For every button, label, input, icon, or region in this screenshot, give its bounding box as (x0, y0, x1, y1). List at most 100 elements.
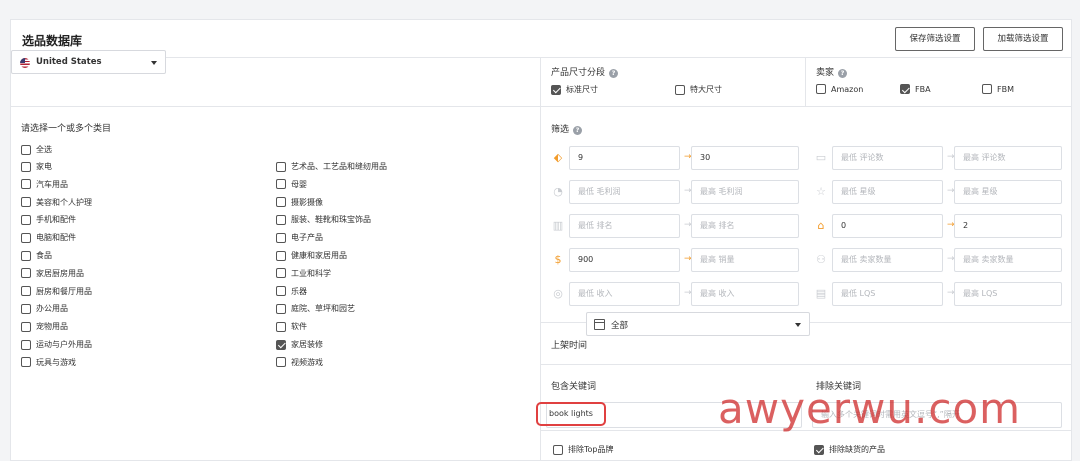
category-item[interactable]: 庭院、草坪和园艺 (276, 303, 355, 314)
category-item[interactable]: 美容和个人护理 (21, 197, 92, 208)
category-item[interactable]: 健康和家居用品 (276, 250, 347, 261)
header: 选品数据库 保存筛选设置 加载筛选设置 (11, 20, 1071, 58)
checkbox[interactable] (21, 321, 31, 332)
checkbox[interactable] (900, 84, 910, 94)
checkbox[interactable] (276, 179, 286, 190)
checkbox[interactable] (276, 357, 286, 368)
seller-fba[interactable]: FBA (900, 84, 931, 94)
checkbox[interactable] (551, 84, 561, 95)
checkbox[interactable] (21, 303, 31, 314)
checkbox[interactable] (276, 286, 286, 297)
filter-min-input[interactable]: 900 (569, 248, 680, 272)
checkbox[interactable] (21, 214, 31, 225)
checkbox[interactable] (21, 286, 31, 297)
category-item[interactable]: 厨房和餐厅用品 (21, 286, 92, 297)
keyword-tag-highlight[interactable]: book lights (536, 402, 606, 426)
filter-max-input[interactable]: 最高 排名 (691, 214, 799, 238)
category-item[interactable]: 家居厨房用品 (21, 268, 84, 279)
category-item[interactable]: 摄影摄像 (276, 197, 323, 208)
filter-max-input[interactable]: 2 (954, 214, 1062, 238)
category-item[interactable]: 手机和配件 (21, 214, 76, 225)
category-item[interactable]: 电脑和配件 (21, 232, 76, 243)
category-select-all[interactable]: 全选 (21, 144, 52, 155)
checkbox-label: 美容和个人护理 (36, 197, 92, 207)
checkbox[interactable] (21, 232, 31, 243)
filter-min-input[interactable]: 最低 卖家数量 (832, 248, 943, 272)
checkbox[interactable] (21, 250, 31, 261)
filter-min-input[interactable]: 最低 LQS (832, 282, 943, 306)
filter-min-input[interactable]: 最低 排名 (569, 214, 680, 238)
size-tier-oversize[interactable]: 特大尺寸 (675, 84, 722, 95)
checkbox[interactable] (276, 197, 286, 208)
size-tier-standard[interactable]: 标准尺寸 (551, 84, 598, 95)
save-filter-button[interactable]: 保存筛选设置 (895, 27, 975, 51)
checkbox-label: 全选 (36, 145, 52, 154)
filter-min-input[interactable]: 最低 评论数 (832, 146, 943, 170)
category-item[interactable]: 家居装修 (276, 339, 323, 350)
checkbox[interactable] (276, 339, 286, 350)
checkbox[interactable] (276, 321, 286, 332)
checkbox[interactable] (21, 339, 31, 350)
filter-min-input[interactable]: 最低 收入 (569, 282, 680, 306)
category-item[interactable]: 服装、鞋靴和珠宝饰品 (276, 214, 371, 225)
filter-max-input[interactable]: 最高 毛利润 (691, 180, 799, 204)
filter-max-input[interactable]: 最高 卖家数量 (954, 248, 1062, 272)
category-item[interactable]: 宠物用品 (21, 321, 68, 332)
checkbox[interactable] (21, 197, 31, 208)
info-icon[interactable]: ? (573, 126, 583, 135)
filter-min-input[interactable]: 9 (569, 146, 680, 170)
info-icon[interactable]: ? (609, 69, 619, 78)
checkbox-label: Amazon (831, 84, 864, 94)
checkbox[interactable] (982, 84, 992, 94)
category-item[interactable]: 运动与户外用品 (21, 339, 92, 350)
seller-fbm[interactable]: FBM (982, 84, 1014, 94)
category-item[interactable]: 食品 (21, 250, 52, 261)
checkbox[interactable] (276, 268, 286, 279)
checkbox[interactable] (21, 179, 31, 190)
checkbox[interactable] (21, 161, 31, 172)
checkbox[interactable] (21, 357, 31, 368)
checkbox[interactable] (675, 84, 685, 95)
checkbox[interactable] (21, 268, 31, 279)
country-select[interactable]: United States (11, 50, 166, 74)
checkbox[interactable] (553, 444, 563, 455)
size-tier-label: 产品尺寸分段 (551, 68, 606, 78)
filter-min-input[interactable]: 最低 星级 (832, 180, 943, 204)
category-item[interactable]: 工业和科学 (276, 268, 331, 279)
category-item[interactable]: 艺术品、工艺品和缝纫用品 (276, 161, 387, 172)
exclude-out-of-stock[interactable]: 排除缺货的产品 (814, 444, 885, 455)
review-icon: ▭ (815, 151, 827, 164)
exclude-top-brands[interactable]: 排除Top品牌 (553, 444, 614, 455)
filter-max-input[interactable]: 最高 星级 (954, 180, 1062, 204)
info-icon[interactable]: ? (838, 69, 848, 78)
filters-title: 筛选? (551, 122, 583, 135)
category-item[interactable]: 家电 (21, 161, 52, 172)
seller-amazon[interactable]: Amazon (816, 84, 863, 94)
category-item[interactable]: 办公用品 (21, 303, 68, 314)
filter-max-input[interactable]: 最高 LQS (954, 282, 1062, 306)
filter-max-input[interactable]: 30 (691, 146, 799, 170)
checkbox[interactable] (276, 303, 286, 314)
category-item[interactable]: 母婴 (276, 179, 307, 190)
category-item[interactable]: 视频游戏 (276, 357, 323, 368)
checkbox[interactable] (276, 232, 286, 243)
filter-max-input[interactable]: 最高 收入 (691, 282, 799, 306)
checkbox[interactable] (816, 84, 826, 94)
category-item[interactable]: 电子产品 (276, 232, 323, 243)
checkbox[interactable] (276, 250, 286, 261)
checkbox[interactable] (276, 214, 286, 225)
filter-max-input[interactable]: 最高 销量 (691, 248, 799, 272)
load-filter-button[interactable]: 加载筛选设置 (983, 27, 1063, 51)
row-divider (10, 106, 1072, 107)
checkbox[interactable] (814, 444, 824, 455)
checkbox[interactable] (21, 144, 31, 155)
filter-min-input[interactable]: 0 (832, 214, 943, 238)
category-item[interactable]: 汽车用品 (21, 179, 68, 190)
filter-min-input[interactable]: 最低 毛利润 (569, 180, 680, 204)
category-item[interactable]: 软件 (276, 321, 307, 332)
category-item[interactable]: 玩具与游戏 (21, 357, 76, 368)
category-item[interactable]: 乐器 (276, 286, 307, 297)
checkbox[interactable] (276, 161, 286, 172)
listing-date-select[interactable]: 全部 (586, 312, 810, 336)
filter-max-input[interactable]: 最高 评论数 (954, 146, 1062, 170)
